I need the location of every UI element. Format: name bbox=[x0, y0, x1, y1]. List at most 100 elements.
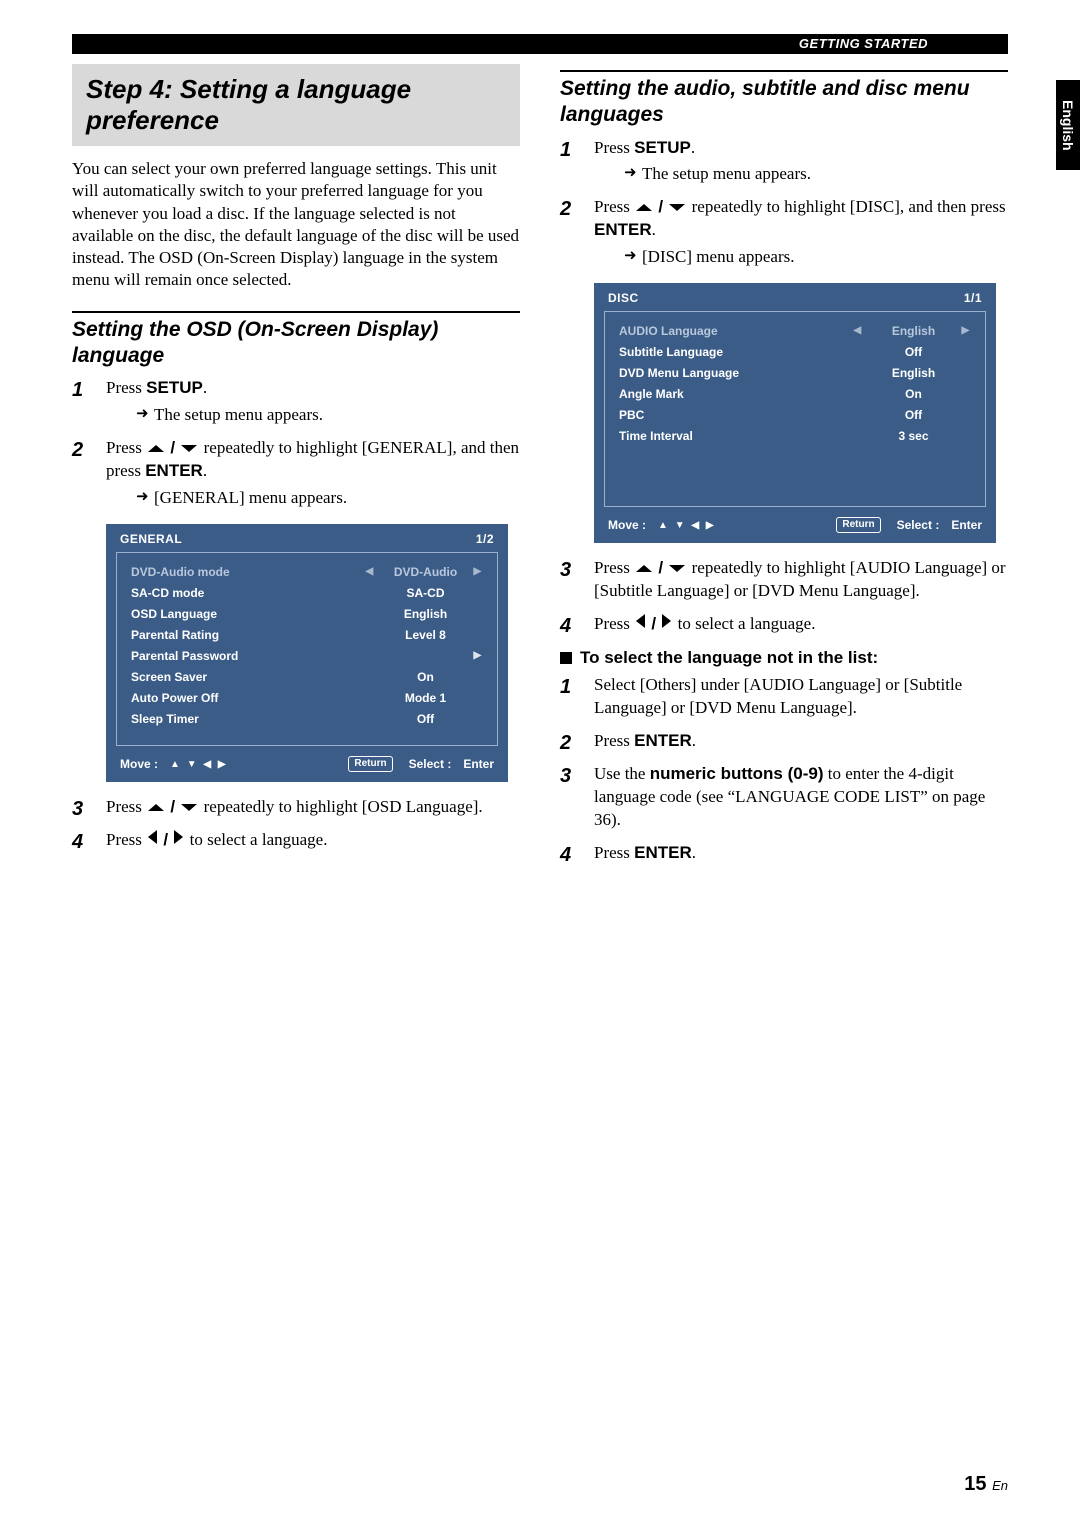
osd-page: 1/1 bbox=[964, 291, 982, 305]
osd-row-value: English bbox=[390, 607, 462, 621]
step-3: Press / repeatedly to highlight [AUDIO L… bbox=[560, 557, 1008, 603]
osd-row-value: Off bbox=[878, 408, 950, 422]
step-2-text-a: Press bbox=[594, 197, 634, 216]
osd-row-value: 3 sec bbox=[878, 429, 950, 443]
right-icon bbox=[174, 830, 183, 844]
left-icon bbox=[148, 830, 157, 844]
return-icon: Return bbox=[836, 517, 880, 533]
osd-title: DISC bbox=[608, 291, 639, 305]
right-arrow-icon: ▶ bbox=[962, 325, 974, 336]
setup-key: SETUP bbox=[634, 138, 691, 157]
osd-enter-label: Enter bbox=[463, 757, 494, 771]
left-arrow-icon: ◀ bbox=[366, 566, 378, 577]
osd-row: Sleep TimerOff bbox=[117, 708, 497, 729]
osd-row-label: Screen Saver bbox=[117, 670, 340, 684]
osd-row-label: AUDIO Language bbox=[605, 324, 828, 338]
osd-row: Screen Saver On bbox=[117, 666, 497, 687]
tstep-1: Select [Others] under [AUDIO Language] o… bbox=[560, 674, 1008, 720]
step-1: Press SETUP. The setup menu appears. bbox=[72, 377, 520, 427]
page-number-num: 15 bbox=[964, 1473, 986, 1495]
step-4: Press / to select a language. bbox=[72, 829, 520, 852]
step-4: Press / to select a language. bbox=[560, 613, 1008, 636]
tstep-4-a: Press bbox=[594, 843, 634, 862]
osd-general-menu: GENERAL 1/2 DVD-Audio mode◀DVD-Audio▶SA-… bbox=[106, 524, 508, 782]
step-4-text-b: to select a language. bbox=[673, 614, 815, 633]
tstep-3: Use the numeric buttons (0-9) to enter t… bbox=[560, 763, 1008, 832]
up-icon bbox=[148, 804, 164, 811]
osd-row: DVD-Audio mode◀DVD-Audio▶ bbox=[117, 561, 497, 582]
disc-steps: Press SETUP. The setup menu appears. Pre… bbox=[560, 137, 1008, 270]
disc-steps-cont: Press / repeatedly to highlight [AUDIO L… bbox=[560, 557, 1008, 636]
down-icon bbox=[669, 565, 685, 572]
enter-key: ENTER bbox=[634, 731, 692, 750]
osd-row: DVD Menu Language English bbox=[605, 362, 985, 383]
tstep-2-a: Press bbox=[594, 731, 634, 750]
right-column: Setting the audio, subtitle and disc men… bbox=[560, 64, 1008, 875]
osd-footer: Move : ▲ ▼ ◀ ▶ Return Select : Enter bbox=[106, 752, 508, 782]
osd-row: Parental Password ▶ bbox=[117, 645, 497, 666]
osd-select-label: Select : bbox=[897, 518, 940, 532]
osd-row: Time Interval3 sec bbox=[605, 425, 985, 446]
step-4-text-b: to select a language. bbox=[185, 830, 327, 849]
step-2-result: [GENERAL] menu appears. bbox=[106, 487, 520, 510]
step-1-text-b: . bbox=[691, 138, 695, 157]
osd-move-label: Move : bbox=[608, 518, 646, 532]
tstep-4: Press ENTER. bbox=[560, 842, 1008, 865]
osd-row: Parental Rating Level 8 bbox=[117, 624, 497, 645]
osd-row: SA-CD modeSA-CD bbox=[117, 582, 497, 603]
up-icon bbox=[636, 565, 652, 572]
left-column: Step 4: Setting a language preference Yo… bbox=[72, 64, 520, 875]
osd-row-label: DVD-Audio mode bbox=[117, 565, 340, 579]
sub-heading: To select the language not in the list: bbox=[560, 648, 1008, 668]
osd-page: 1/2 bbox=[476, 532, 494, 546]
numeric-key: numeric buttons (0-9) bbox=[650, 764, 824, 783]
step-1: Press SETUP. The setup menu appears. bbox=[560, 137, 1008, 187]
osd-row-label: DVD Menu Language bbox=[605, 366, 828, 380]
osd-row-label: Sleep Timer bbox=[117, 712, 340, 726]
osd-row-value: On bbox=[390, 670, 462, 684]
osd-select-label: Select : bbox=[409, 757, 452, 771]
osd-row: Angle Mark On bbox=[605, 383, 985, 404]
osd-row: AUDIO Language◀English▶ bbox=[605, 320, 985, 341]
up-icon bbox=[148, 445, 164, 452]
osd-move-label: Move : bbox=[120, 757, 158, 771]
section-heading: Setting the OSD (On-Screen Display) lang… bbox=[72, 317, 520, 370]
step-1-text-a: Press bbox=[594, 138, 634, 157]
osd-row-value: Level 8 bbox=[390, 628, 462, 642]
osd-row-label: Parental Rating bbox=[117, 628, 340, 642]
osd-row-label: OSD Language bbox=[117, 607, 340, 621]
osd-disc-menu: DISC 1/1 AUDIO Language◀English▶Subtitle… bbox=[594, 283, 996, 543]
step-3-text-a: Press bbox=[594, 558, 634, 577]
osd-row-label: Parental Password bbox=[117, 649, 340, 663]
arrows-icon: ▲ ▼ ◀ ▶ bbox=[658, 520, 716, 531]
step-2-text-c: . bbox=[203, 461, 207, 480]
step-title: Step 4: Setting a language preference bbox=[86, 74, 506, 136]
square-bullet-icon bbox=[560, 652, 572, 664]
step-1-text-a: Press bbox=[106, 378, 146, 397]
step-3-text-b: repeatedly to highlight [OSD Language]. bbox=[199, 797, 482, 816]
step-2: Press / repeatedly to highlight [DISC], … bbox=[560, 196, 1008, 269]
osd-row-label: Angle Mark bbox=[605, 387, 828, 401]
osd-row: OSD Language English bbox=[117, 603, 497, 624]
right-arrow-icon: ▶ bbox=[474, 650, 486, 661]
osd-steps-cont: Press / repeatedly to highlight [OSD Lan… bbox=[72, 796, 520, 852]
enter-key: ENTER bbox=[145, 461, 203, 480]
step-2: Press / repeatedly to highlight [GENERAL… bbox=[72, 437, 520, 510]
osd-row-value: On bbox=[878, 387, 950, 401]
osd-title: GENERAL bbox=[120, 532, 182, 546]
content-columns: Step 4: Setting a language preference Yo… bbox=[72, 64, 1008, 875]
return-icon: Return bbox=[348, 756, 392, 772]
osd-row-value: Mode 1 bbox=[390, 691, 462, 705]
step-1-result: The setup menu appears. bbox=[594, 163, 1008, 186]
osd-row-value: English bbox=[878, 366, 950, 380]
tstep-3-a: Use the bbox=[594, 764, 650, 783]
tstep-2: Press ENTER. bbox=[560, 730, 1008, 753]
page: GETTING STARTED English Step 4: Setting … bbox=[0, 0, 1080, 1526]
osd-row-value: English bbox=[878, 324, 950, 338]
right-arrow-icon: ▶ bbox=[474, 566, 486, 577]
tstep-4-b: . bbox=[692, 843, 696, 862]
step-1-result: The setup menu appears. bbox=[106, 404, 520, 427]
osd-row-label: PBC bbox=[605, 408, 828, 422]
osd-row: Subtitle LanguageOff bbox=[605, 341, 985, 362]
step-1-text-b: . bbox=[203, 378, 207, 397]
